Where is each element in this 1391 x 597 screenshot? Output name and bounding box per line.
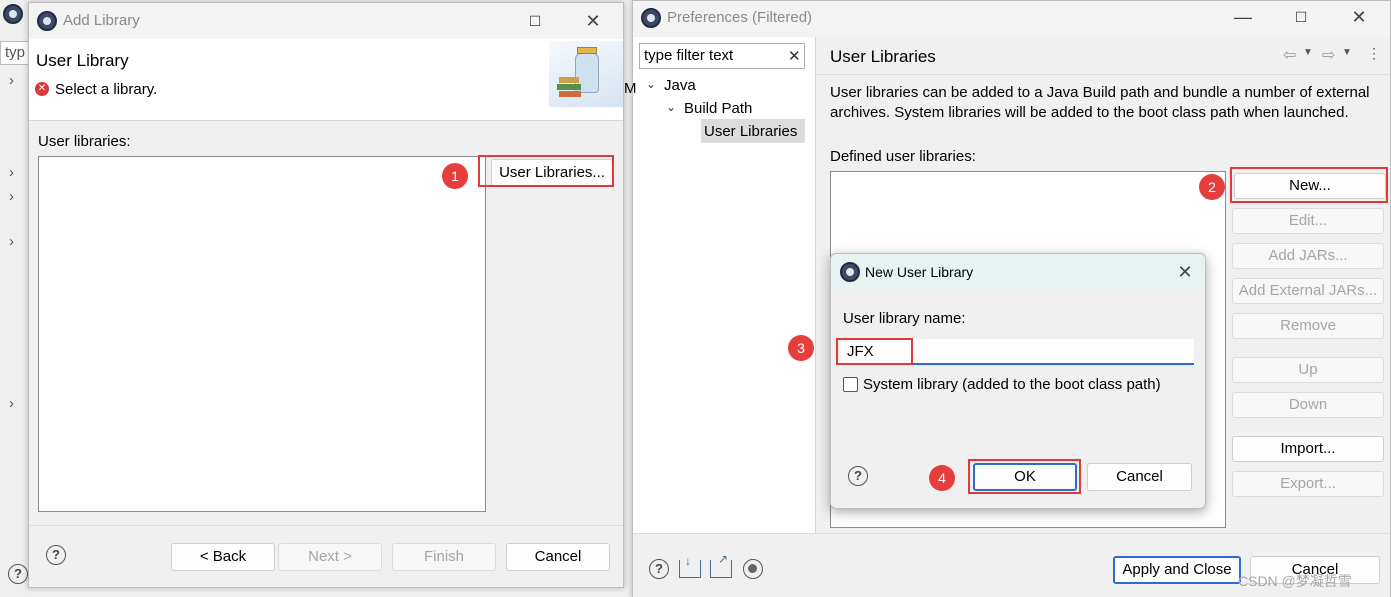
preferences-nav-pane: type filter text ✕ ⌄ Java ⌄ Build Path U… [633,37,816,533]
chevron-right-icon[interactable]: › [9,164,14,181]
back-button[interactable]: < Back [171,543,275,571]
defined-libraries-label: Defined user libraries: [830,148,976,165]
new-user-library-dialog: New User Library ✕ User library name: JF… [830,253,1206,509]
add-external-jars-button[interactable]: Add External JARs... [1232,278,1384,304]
add-library-titlebar: Add Library ☐ ✕ [29,3,623,39]
book-stack [559,77,579,83]
chevron-right-icon[interactable]: › [9,188,14,205]
record-dot [748,564,757,573]
help-icon[interactable]: ? [46,545,66,565]
edit-button[interactable]: Edit... [1232,208,1384,234]
add-library-dialog: Add Library ☐ ✕ User Library ✕ Select a … [28,2,624,588]
chevron-right-icon[interactable]: › [9,395,14,412]
book-stack [559,91,581,97]
button-bar-separator [29,525,623,526]
annotation-badge-4: 4 [929,465,955,491]
eclipse-icon [3,4,23,24]
cancel-button[interactable]: Cancel [1087,463,1192,491]
chevron-right-icon[interactable]: › [9,72,14,89]
title-separator [817,74,1390,75]
annotation-badge-2: 2 [1199,174,1225,200]
error-icon: ✕ [35,82,49,96]
apply-and-close-button[interactable]: Apply and Close [1113,556,1241,584]
tree-item-java[interactable]: Java [664,77,696,94]
library-name-value: JFX [847,343,874,360]
close-icon[interactable]: ✕ [1345,5,1373,29]
chevron-down-icon[interactable]: ⌄ [666,100,676,114]
import-preferences-icon[interactable]: ↓ [679,554,701,578]
new-button[interactable]: New... [1234,173,1386,199]
filter-input-text: type filter text [644,47,734,64]
chevron-down-icon[interactable]: ▼ [1303,47,1313,58]
window-title: Preferences (Filtered) [667,9,813,26]
tree-item-build-path[interactable]: Build Path [684,100,752,117]
import-button[interactable]: Import... [1232,436,1384,462]
preferences-titlebar: Preferences (Filtered) — ☐ ✕ [633,1,1390,37]
export-preferences-icon[interactable]: ↗ [710,552,732,578]
background-label: M [624,80,637,97]
wizard-message: Select a library. [55,81,158,98]
jar-lid [577,47,597,54]
eclipse-icon [37,11,57,31]
chevron-right-icon[interactable]: › [9,233,14,250]
down-button[interactable]: Down [1232,392,1384,418]
new-user-library-titlebar: New User Library ✕ [831,254,1205,290]
eclipse-icon [641,8,661,28]
chevron-down-icon[interactable]: ▼ [1342,47,1352,58]
user-libraries-list[interactable] [38,156,486,512]
eclipse-icon [840,262,860,282]
window-title: Add Library [63,12,140,29]
background-search[interactable]: typ [0,41,30,65]
chevron-down-icon[interactable]: ⌄ [646,77,656,91]
arrow-down-icon: ↓ [685,554,691,568]
up-button[interactable]: Up [1232,357,1384,383]
help-icon[interactable]: ? [848,466,868,486]
watermark: CSDN @梦凝哲雪 [1238,573,1352,589]
maximize-icon[interactable]: ☐ [1287,5,1315,29]
menu-icon[interactable]: ⋮ [1367,45,1381,62]
background-window: typ › › › › › ? [0,0,30,597]
annotation-badge-3: 3 [788,335,814,361]
remove-button[interactable]: Remove [1232,313,1384,339]
system-library-checkbox[interactable] [843,377,858,392]
background-search-text: typ [5,44,26,61]
annotation-badge-1: 1 [442,163,468,189]
ok-button[interactable]: OK [973,463,1077,491]
add-jars-button[interactable]: Add JARs... [1232,243,1384,269]
help-icon[interactable]: ? [649,559,669,579]
close-icon[interactable]: ✕ [579,9,607,33]
library-name-label: User library name: [843,310,966,327]
library-jar-icon [549,41,623,107]
tree-item-user-libraries-label: User Libraries [704,123,798,140]
export-button[interactable]: Export... [1232,471,1384,497]
tree-item-user-libraries[interactable]: User Libraries [701,119,805,143]
minimize-icon[interactable]: — [1229,5,1257,29]
maximize-icon[interactable]: ☐ [521,9,549,33]
back-arrow-icon[interactable]: ⇦ [1283,45,1296,65]
page-description: User libraries can be added to a Java Bu… [830,84,1370,121]
forward-arrow-icon[interactable]: ⇨ [1322,45,1335,65]
user-libraries-label: User libraries: [38,133,131,150]
wizard-header: User Library ✕ Select a library. [29,39,623,121]
book-stack [557,84,581,90]
page-title: User Library [36,51,129,70]
cancel-button[interactable]: Cancel [506,543,610,571]
next-button[interactable]: Next > [278,543,382,571]
arrow-up-icon: ↗ [718,552,729,566]
window-title: New User Library [865,264,974,280]
user-libraries-button[interactable]: User Libraries... [491,159,613,187]
filter-input[interactable]: type filter text ✕ [639,43,805,69]
system-library-label: System library (added to the boot class … [863,376,1161,393]
library-name-input[interactable]: JFX [841,339,1194,365]
help-icon[interactable]: ? [8,564,28,584]
close-icon[interactable]: ✕ [1171,260,1199,284]
clear-filter-icon[interactable]: ✕ [788,47,801,65]
finish-button[interactable]: Finish [392,543,496,571]
page-title: User Libraries [830,47,936,66]
record-icon[interactable] [743,559,763,579]
